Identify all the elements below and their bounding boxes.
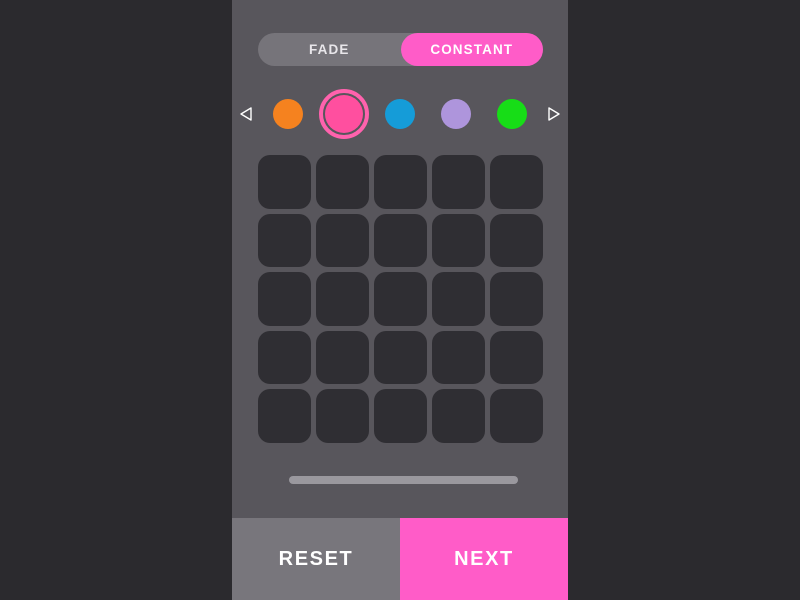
grid-tile[interactable]: [374, 213, 427, 268]
grid-tile[interactable]: [432, 389, 485, 443]
grid-tile[interactable]: [374, 155, 427, 209]
reset-button-label: RESET: [278, 547, 354, 570]
grid-tile[interactable]: [258, 213, 311, 268]
grid-tile[interactable]: [374, 389, 427, 443]
grid-tile[interactable]: [316, 330, 369, 385]
next-button-label: NEXT: [454, 547, 514, 570]
grid-tile[interactable]: [316, 155, 369, 209]
swatch-prev-button[interactable]: [232, 106, 260, 122]
grid-tile[interactable]: [316, 389, 369, 443]
pattern-tile-grid[interactable]: [258, 155, 543, 443]
swatch-list: [260, 88, 540, 140]
next-button[interactable]: NEXT: [400, 518, 568, 600]
swatch-pink[interactable]: [317, 88, 371, 140]
grid-tile[interactable]: [432, 330, 485, 385]
grid-tile[interactable]: [490, 272, 543, 326]
grid-tile[interactable]: [316, 272, 369, 326]
swatch-green[interactable]: [485, 88, 539, 140]
grid-tile[interactable]: [374, 330, 427, 385]
grid-tile[interactable]: [374, 272, 427, 326]
grid-tile[interactable]: [432, 155, 485, 209]
grid-tile[interactable]: [258, 389, 311, 443]
grid-tile[interactable]: [258, 155, 311, 209]
grid-tile[interactable]: [258, 330, 311, 385]
grid-tile[interactable]: [490, 330, 543, 385]
grid-tile[interactable]: [490, 155, 543, 209]
swatch-green-dot: [497, 99, 527, 129]
swatch-orange-dot: [273, 99, 303, 129]
grid-tile[interactable]: [432, 272, 485, 326]
caret-left-icon: [239, 106, 253, 122]
swatch-pink-dot: [325, 95, 363, 133]
toggle-option-constant[interactable]: CONSTANT: [400, 33, 543, 66]
swatch-next-button[interactable]: [540, 106, 568, 122]
reset-button[interactable]: RESET: [232, 518, 400, 600]
phone-screen: FADE CONSTANT RESET NEXT: [232, 0, 568, 600]
grid-tile[interactable]: [490, 389, 543, 443]
toggle-option-constant-label: CONSTANT: [430, 42, 514, 57]
grid-tile[interactable]: [258, 272, 311, 326]
swatch-purple[interactable]: [429, 88, 483, 140]
mode-toggle[interactable]: FADE CONSTANT: [258, 33, 543, 66]
grid-tile[interactable]: [316, 213, 369, 268]
toggle-option-fade[interactable]: FADE: [258, 33, 401, 66]
grid-tile[interactable]: [490, 213, 543, 268]
caret-right-icon: [547, 106, 561, 122]
grid-tile[interactable]: [432, 213, 485, 268]
swatch-orange[interactable]: [261, 88, 315, 140]
swatch-blue-dot: [385, 99, 415, 129]
toggle-option-fade-label: FADE: [309, 42, 350, 57]
swatch-purple-dot: [441, 99, 471, 129]
brightness-slider[interactable]: [289, 476, 518, 484]
action-bar: RESET NEXT: [232, 518, 568, 600]
brightness-slider-track: [289, 476, 518, 484]
color-swatch-strip: [232, 88, 568, 140]
swatch-blue[interactable]: [373, 88, 427, 140]
